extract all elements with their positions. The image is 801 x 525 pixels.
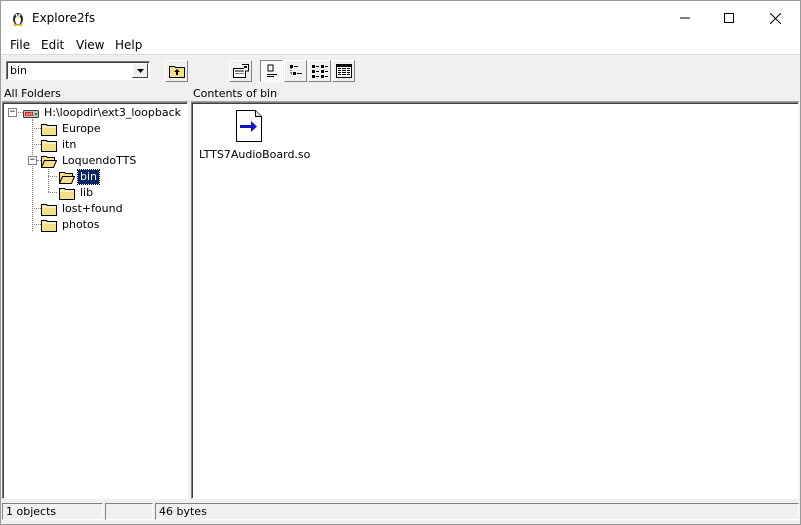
tree-item-photos[interactable]: photos (41, 217, 101, 233)
tree-connector (32, 224, 41, 225)
penguin-icon (13, 13, 23, 26)
tree-item-label: photos (62, 218, 100, 231)
tree-item-loquendotts[interactable]: LoquendoTTS (41, 153, 138, 169)
menu-file[interactable]: File (10, 38, 30, 52)
close-icon (769, 12, 781, 24)
tree-pane-header: All Folders (2, 86, 188, 102)
maximize-icon (724, 13, 734, 23)
tree-item-label: H:\loopdir\ext3_loopback (44, 106, 181, 119)
menu-edit[interactable]: Edit (41, 38, 64, 52)
tree-item-label: Europe (62, 122, 101, 135)
tree-connector (32, 208, 41, 209)
close-button[interactable] (752, 1, 798, 35)
tree-connector (48, 167, 49, 192)
path-combobox-value: bin (10, 64, 28, 77)
path-combobox[interactable]: bin (6, 61, 150, 80)
title-bar[interactable]: Explore2fs (1, 1, 800, 35)
tree-item-label: lost+found (62, 202, 123, 215)
folder-icon (41, 203, 57, 216)
tree-item-lost-found[interactable]: lost+found (41, 201, 125, 217)
properties-button[interactable] (229, 60, 252, 82)
drive-icon: ext (23, 109, 39, 118)
small-icons-view-icon (289, 65, 302, 75)
chevron-down-icon (136, 68, 144, 73)
tree-connector (48, 176, 57, 177)
dropdown-arrow-button[interactable] (132, 63, 148, 78)
tree-item-label: itn (62, 138, 77, 151)
contents-pane[interactable]: LTTS7AudioBoard.so (191, 102, 799, 499)
details-view-button[interactable] (332, 60, 355, 82)
tree-item-bin[interactable]: bin (59, 169, 101, 185)
status-size: 46 bytes (155, 503, 799, 520)
minimize-icon (680, 17, 690, 19)
collapse-loquendotts-toggle[interactable]: − (28, 156, 37, 165)
tree-item-lib[interactable]: lib (59, 185, 95, 201)
tree-item-label: LoquendoTTS (62, 154, 137, 167)
tree-connector (32, 119, 33, 231)
status-middle-panel (105, 503, 153, 520)
window-title: Explore2fs (32, 11, 96, 25)
collapse-root-toggle[interactable]: − (8, 108, 17, 117)
tree-item-europe[interactable]: Europe (41, 121, 103, 137)
small-icons-view-button[interactable] (284, 60, 307, 82)
list-view-icon (311, 65, 328, 78)
folder-icon (41, 139, 57, 152)
minimize-button[interactable] (662, 1, 708, 35)
large-icons-view-icon (266, 64, 277, 77)
tree-item-label-selected: bin (76, 169, 101, 185)
properties-icon (232, 64, 249, 78)
status-bar: 1 objects 46 bytes (1, 501, 800, 524)
menu-help[interactable]: Help (115, 38, 142, 52)
folder-tree[interactable]: − ext H:\loopdir\ext3_loopback Europe it… (2, 102, 188, 499)
toolbar: bin (1, 56, 800, 85)
symlink-file-icon (236, 110, 262, 142)
menu-bar: File Edit View Help (1, 35, 800, 55)
tree-connector (32, 128, 41, 129)
tree-item-label: lib (80, 186, 94, 199)
tree-connector (32, 144, 41, 145)
file-name: LTTS7AudioBoard.so (199, 148, 311, 161)
status-object-count: 1 objects (2, 503, 103, 520)
folder-icon (41, 219, 57, 232)
tree-connector (48, 192, 57, 193)
up-folder-icon (168, 66, 185, 78)
tree-item-root[interactable]: ext H:\loopdir\ext3_loopback (23, 105, 183, 121)
svg-text:ext: ext (26, 111, 33, 116)
menu-view[interactable]: View (76, 38, 104, 52)
open-folder-icon (59, 171, 75, 184)
folder-icon (41, 123, 57, 136)
folder-icon (59, 187, 75, 200)
contents-pane-header: Contents of bin (191, 86, 799, 102)
up-one-level-button[interactable] (165, 60, 188, 82)
open-folder-icon (41, 155, 57, 168)
tree-item-itn[interactable]: itn (41, 137, 78, 153)
maximize-button[interactable] (706, 1, 752, 35)
list-view-button[interactable] (308, 60, 331, 82)
large-icons-view-button[interactable] (260, 60, 283, 82)
file-item[interactable]: LTTS7AudioBoard.so (199, 108, 311, 161)
details-view-icon (335, 64, 352, 78)
app-window: Explore2fs File Edit View Help bin All F… (0, 0, 801, 525)
